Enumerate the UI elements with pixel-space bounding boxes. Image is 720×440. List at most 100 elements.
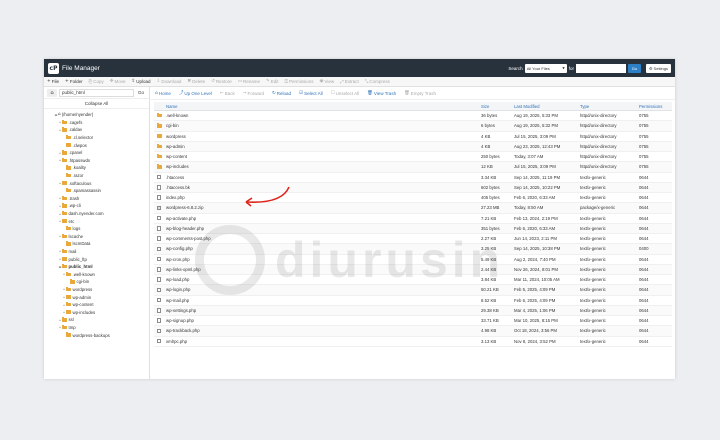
table-row[interactable]: wordpress 4 KB Jul 15, 2025, 3:09 PM httpd/… — [154, 132, 672, 142]
table-row[interactable]: .htaccess.bk 602 bytes Sep 14, 2025, 10:22… — [154, 182, 672, 193]
toolbar-extract-button[interactable]: ⤢ Extract — [340, 79, 359, 85]
tree-item[interactable]: + .trash — [44, 195, 149, 203]
table-row[interactable]: wp-load.php 3.84 KB Mar 11, 2024, 10:05 AM… — [154, 275, 672, 286]
settings-button[interactable]: ⚙ Settings — [645, 63, 671, 73]
col-size[interactable]: Size — [481, 104, 514, 109]
file-modified: Feb 6, 2020, 6:33 AM — [514, 225, 556, 231]
col-permissions[interactable]: Permissions — [639, 104, 669, 109]
search-scope-select[interactable]: All Your Files ▼ — [524, 63, 567, 73]
table-row[interactable]: wp-content 250 bytes Today, 3:07 AM httpd/u… — [154, 152, 672, 163]
toolbar-edit-button[interactable]: ✎ Edit — [266, 79, 279, 84]
tree-item[interactable]: .spamassassin — [44, 187, 149, 195]
folder-icon — [66, 332, 71, 337]
tree-item[interactable]: + dash.nyender.com — [44, 210, 149, 218]
tree-item[interactable]: ▬ ⌂ (/home/nyender) — [44, 111, 149, 119]
toolbar-permissions-button[interactable]: ⚿ Permissions — [285, 79, 314, 85]
tree-item[interactable]: .clwpos — [44, 141, 149, 149]
col-type[interactable]: Type — [580, 104, 639, 109]
table-row[interactable]: cgi-bin 6 bytes Aug 19, 2025, 5:32 PM httpd… — [154, 121, 672, 132]
file-toolbar-view-trash-button[interactable]: 🗑 View Trash — [367, 91, 396, 96]
toolbar-compress-button[interactable]: ⤡ Compress — [365, 79, 390, 85]
tree-item[interactable]: + public_ftp — [44, 255, 149, 263]
tree-item[interactable]: + .well-known — [44, 270, 149, 278]
file-toolbar-back-button[interactable]: ← Back — [220, 91, 235, 96]
table-row[interactable]: wp-includes 12 KB Jul 15, 2025, 3:09 PM htt… — [154, 162, 672, 173]
table-row[interactable]: wp-cron.php 5.49 KB Aug 2, 2024, 7:40 PM te… — [154, 255, 672, 265]
tree-item[interactable]: .koality — [44, 164, 149, 172]
file-toolbar-select-all-button[interactable]: ☑ Select All — [299, 91, 323, 96]
table-row[interactable]: wp-admin 4 KB Aug 23, 2025, 12:43 PM httpd/… — [154, 141, 672, 152]
tree-item[interactable]: + .cagefs — [44, 119, 149, 127]
path-input[interactable]: public_html — [59, 88, 134, 97]
search-go-button[interactable]: Go — [627, 63, 641, 73]
table-row[interactable]: wp-blog-header.php 351 bytes Feb 6, 2020, … — [154, 223, 672, 234]
tree-item[interactable]: logs — [44, 225, 149, 233]
col-modified[interactable]: Last Modified — [514, 104, 580, 109]
file-toolbar-reload-button[interactable]: ↻ Reload — [272, 91, 291, 96]
tree-item[interactable]: + .softaculous — [44, 179, 149, 187]
tree-item[interactable]: + tmp — [44, 324, 149, 332]
file-name-cell: wp-login.php — [154, 287, 481, 292]
tree-item[interactable]: wordpress-backups — [44, 331, 149, 339]
tree-item[interactable]: .razor — [44, 172, 149, 180]
tree-item[interactable]: + ssl — [44, 316, 149, 324]
folder-icon — [66, 142, 71, 147]
table-row[interactable]: wp-comments-post.php 2.27 KB Jun 14, 2023,… — [154, 234, 672, 245]
table-row[interactable]: index.php 405 bytes Feb 6, 2020, 6:33 AM te… — [154, 193, 672, 204]
toolbar-move-button[interactable]: ✥ Move — [110, 79, 126, 84]
tree-item[interactable]: cgi-bin — [44, 278, 149, 286]
path-go-button[interactable]: Go — [136, 90, 146, 95]
table-row[interactable]: wp-config.php 3.25 KB Sep 14, 2025, 10:38 … — [154, 244, 672, 255]
search-input[interactable] — [575, 63, 626, 73]
table-row[interactable]: wordpress-6.8.2.zip 27.23 MB Today, 8:50 A… — [154, 203, 672, 214]
tree-item[interactable]: + .htpasswds — [44, 157, 149, 165]
table-row[interactable]: wp-login.php 50.21 KB Feb 5, 2025, 4:09 PM… — [154, 285, 672, 296]
tree-item-label: wp-includes — [72, 309, 96, 315]
tree-item[interactable]: + mail — [44, 248, 149, 256]
home-icon[interactable]: ⌂ — [47, 88, 57, 97]
toolbar-copy-button[interactable]: ⎘ Copy — [89, 79, 104, 85]
table-row[interactable]: wp-settings.php 29.38 KB Mar 4, 2025, 1:06… — [154, 305, 672, 316]
tree-item[interactable]: lscmData — [44, 240, 149, 248]
toolbar-restore-button[interactable]: ↺ Restore — [211, 79, 232, 84]
table-row[interactable]: .htaccess 3.34 KB Sep 14, 2025, 11:19 PM te… — [154, 173, 672, 183]
table-row[interactable]: wp-links-opml.php 2.44 KB Nov 26, 2024, 8:… — [154, 264, 672, 275]
collapse-all-button[interactable]: Collapse All — [44, 99, 149, 109]
toolbar-folder-button[interactable]: + Folder — [65, 79, 83, 84]
file-toolbar-unselect-all-button[interactable]: ☐ Unselect All — [331, 91, 360, 96]
tree-item[interactable]: + lscache — [44, 233, 149, 241]
table-row[interactable]: wp-activate.php 7.21 KB Feb 13, 2024, 2:19… — [154, 214, 672, 224]
tree-item[interactable]: + .caldav — [44, 126, 149, 134]
table-row[interactable]: wp-signup.php 33.71 KB Mar 10, 2025, 8:15 … — [154, 316, 672, 327]
table-row[interactable]: wp-trackback.php 4.98 KB Oct 18, 2024, 3:5… — [154, 326, 672, 337]
extract-icon: ⤢ — [340, 79, 344, 85]
file-toolbar-forward-button[interactable]: → Forward — [243, 91, 264, 96]
toolbar-rename-button[interactable]: ▭ Rename — [238, 79, 260, 84]
table-row[interactable]: .well-known 36 bytes Aug 19, 2025, 5:33 PM… — [154, 111, 672, 122]
toolbar-delete-button[interactable]: ✖ Delete — [187, 79, 205, 84]
file-modified: Feb 13, 2024, 2:19 PM — [514, 215, 558, 221]
table-row[interactable]: wp-mail.php 8.52 KB Feb 6, 2025, 4:09 PM te… — [154, 296, 672, 306]
empty-trash-icon: 🗑 — [404, 90, 410, 96]
tree-item[interactable]: + wp-content — [44, 301, 149, 309]
toolbar-download-button[interactable]: ⇩ Download — [157, 79, 182, 84]
tree-item[interactable]: .cl.selector — [44, 134, 149, 142]
tree-item[interactable]: + etc — [44, 217, 149, 225]
file-toolbar-up-one-level-button[interactable]: ⤴ Up One Level — [179, 90, 212, 97]
toolbar-file-button[interactable]: + File — [47, 79, 59, 84]
folder-icon — [157, 133, 162, 138]
tree-item[interactable]: ▬ public_html — [44, 263, 149, 271]
table-row[interactable]: xmlrpc.php 3.13 KB Nov 8, 2024, 3:52 PM tex… — [154, 337, 672, 347]
tree-item[interactable]: + .cpanel — [44, 149, 149, 157]
tree-item[interactable]: + .wp-cli — [44, 202, 149, 210]
tree-item[interactable]: + wp-includes — [44, 308, 149, 316]
col-name[interactable]: Name — [154, 104, 481, 109]
file-toolbar-label: Home — [158, 90, 171, 96]
tree-item[interactable]: + wordpress — [44, 286, 149, 294]
file-toolbar-home-button[interactable]: ⌂ Home — [155, 91, 171, 96]
tree-item[interactable]: + wp-admin — [44, 293, 149, 301]
file-toolbar-empty-trash-button[interactable]: 🗑 Empty Trash — [404, 91, 436, 96]
toolbar-view-button[interactable]: ◉ View — [319, 79, 334, 84]
toolbar-upload-button[interactable]: ⇪ Upload — [132, 79, 151, 84]
folder-icon — [62, 127, 67, 132]
